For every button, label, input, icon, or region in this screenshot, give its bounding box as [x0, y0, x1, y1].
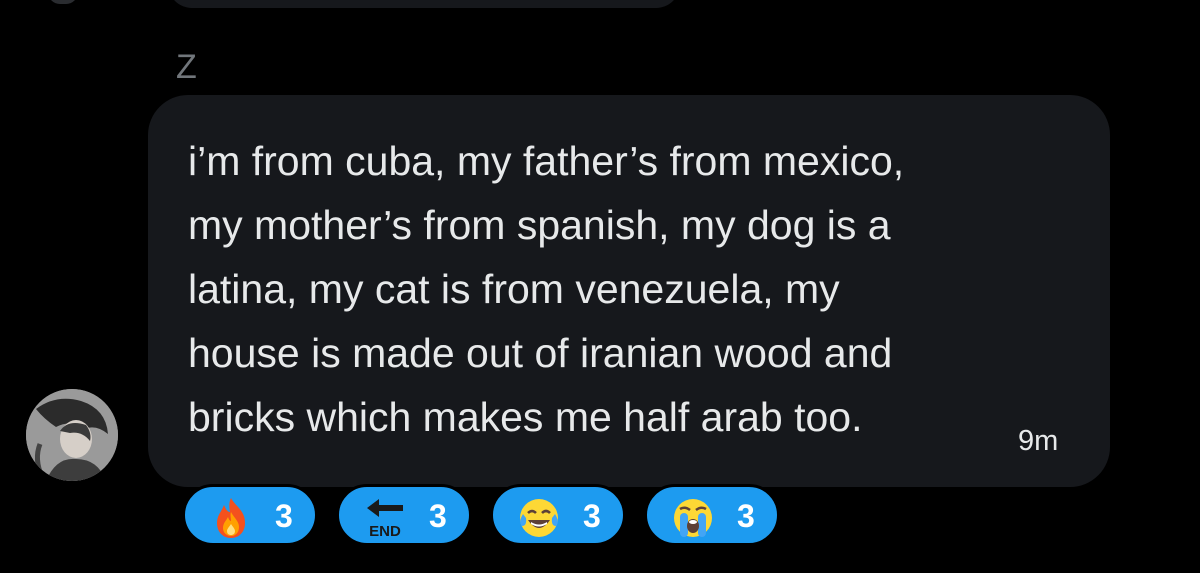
reaction-count: 3 — [737, 498, 755, 534]
sender-name: Z — [176, 48, 197, 86]
end-arrow-emoji-icon: END — [363, 496, 407, 540]
reaction-count: 3 — [429, 498, 447, 534]
previous-message-bubble — [168, 0, 680, 8]
reaction-count: 3 — [583, 498, 601, 534]
reaction-loudly-crying[interactable]: 3 — [644, 484, 780, 546]
message-bubble[interactable]: i’m from cuba, my father’s from mexico, … — [148, 95, 1110, 487]
reaction-tears-of-joy[interactable]: 3 — [490, 484, 626, 546]
reaction-fire[interactable]: 3 — [182, 484, 318, 546]
loudly-crying-emoji-icon — [671, 496, 715, 540]
message-timestamp: 9m — [1018, 425, 1059, 457]
fire-emoji-icon — [209, 496, 253, 540]
svg-text:END: END — [369, 523, 401, 540]
previous-avatar — [48, 0, 78, 4]
message-text: i’m from cuba, my father’s from mexico, … — [188, 138, 905, 440]
avatar-photo-icon — [26, 389, 118, 481]
tears-of-joy-emoji-icon — [517, 496, 561, 540]
reaction-count: 3 — [275, 498, 293, 534]
avatar[interactable] — [26, 389, 118, 481]
reaction-end-arrow[interactable]: END 3 — [336, 484, 472, 546]
